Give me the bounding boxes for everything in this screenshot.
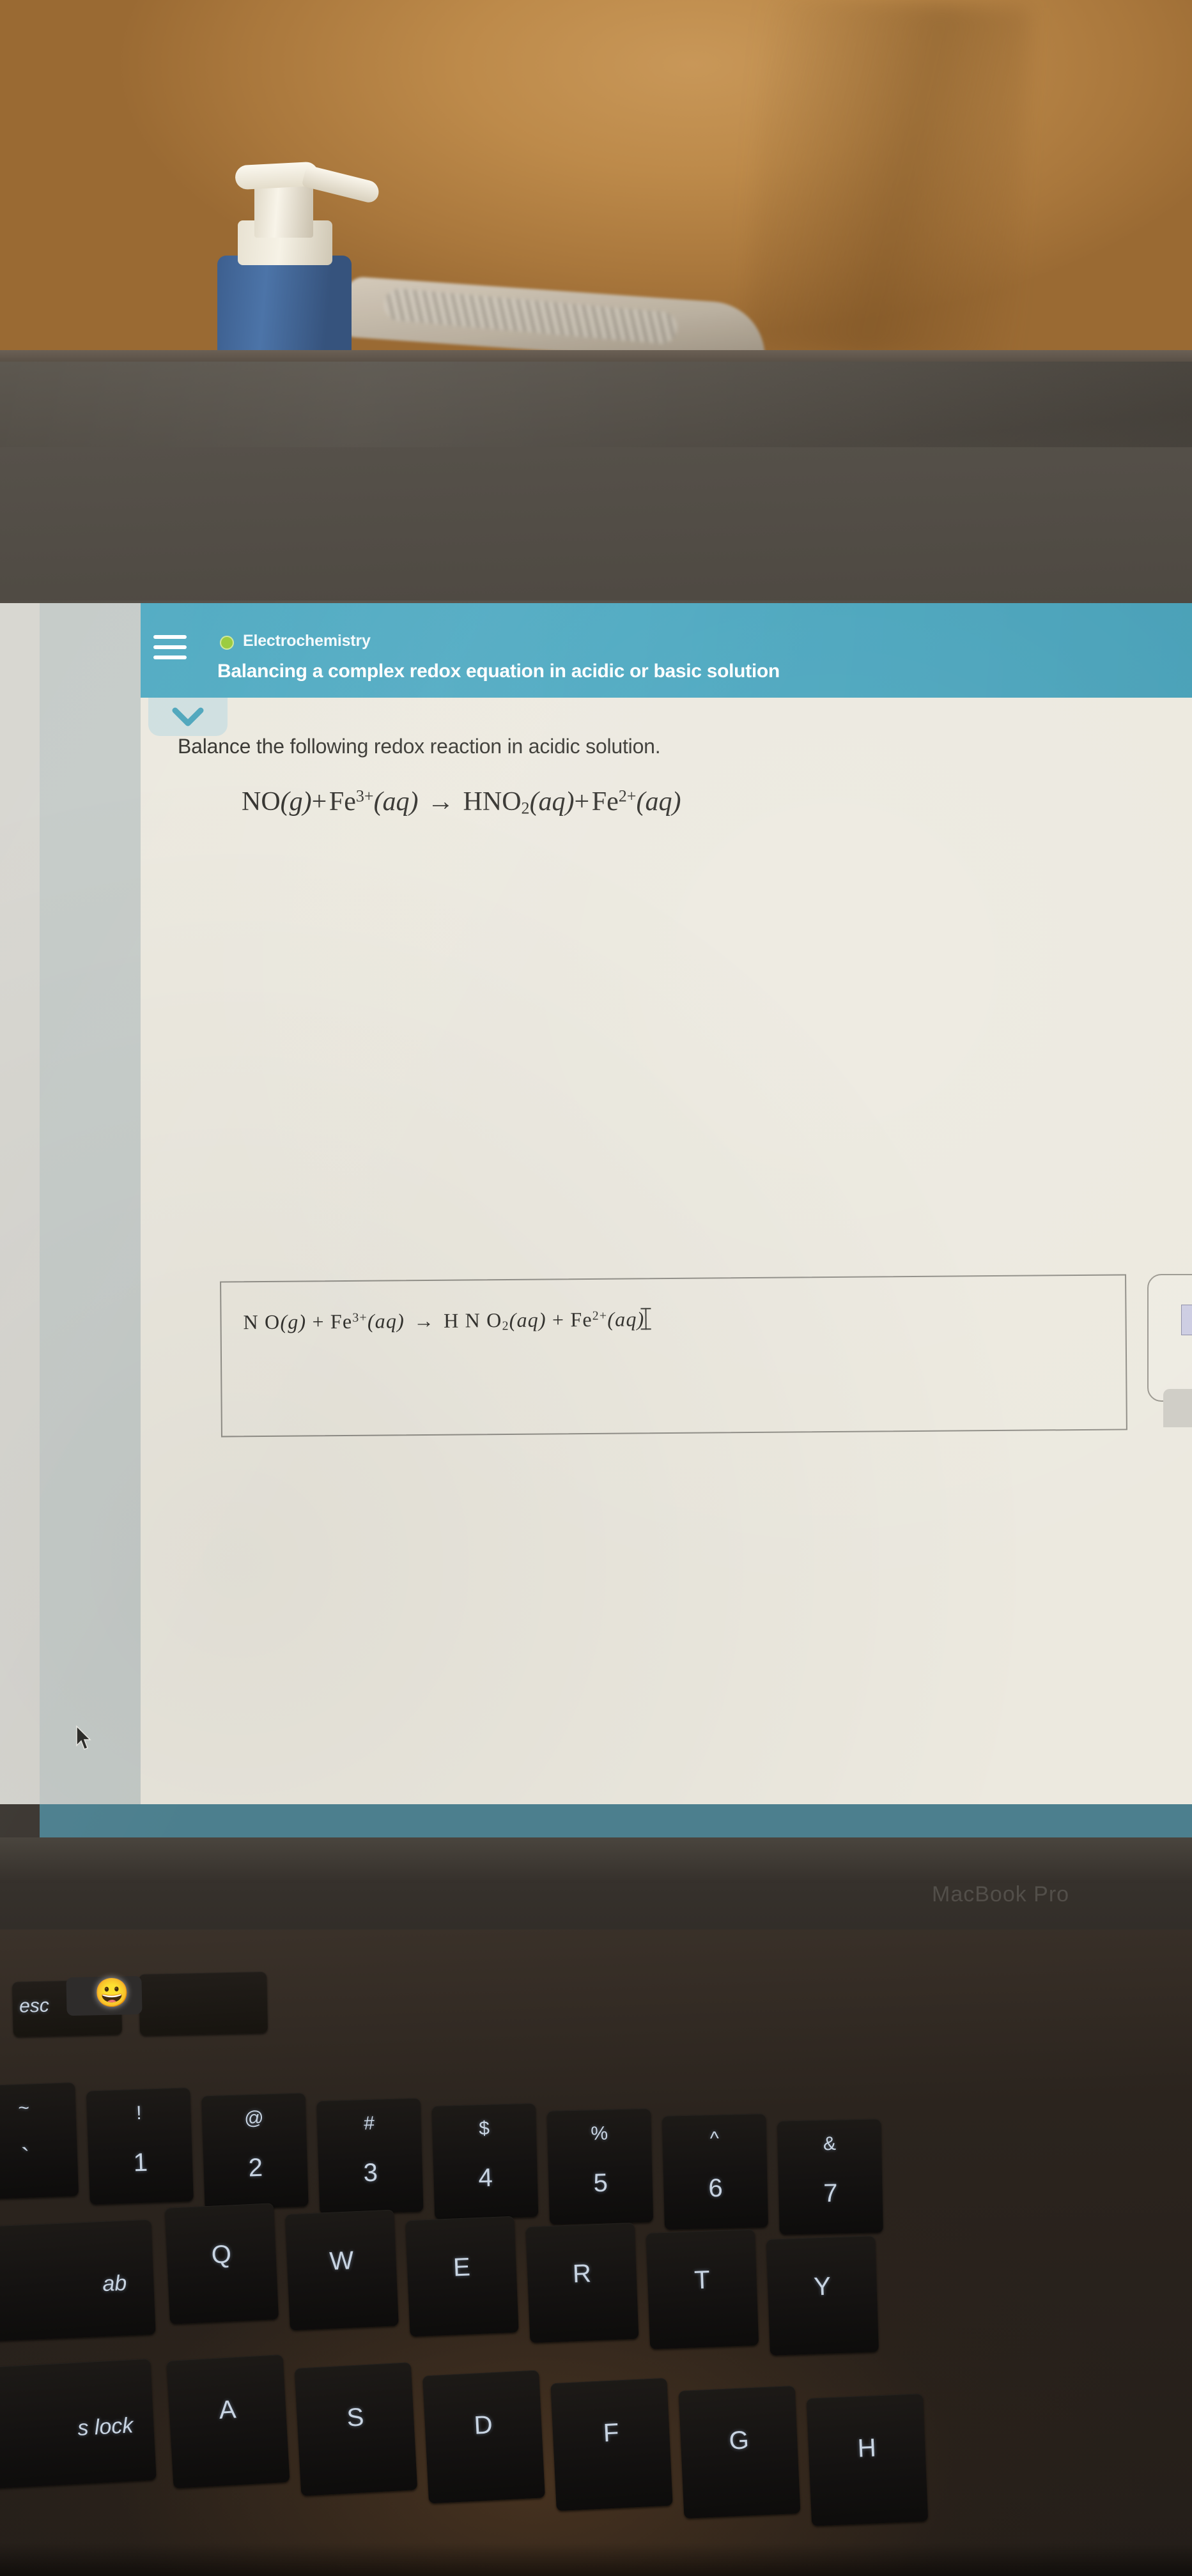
key-backtick-label: ` [20, 2143, 31, 2172]
key-q[interactable]: Q [164, 2203, 279, 2324]
screenshot-root: ▾ ‹ › G www-awu.alek A ALEKS - Sydney Al… [0, 0, 1192, 2576]
key-4-top-label: $ [478, 2118, 490, 2140]
action-buttons: Explanation Check [0, 1715, 1192, 1791]
key-2-label: 2 [247, 2153, 263, 2182]
key-f[interactable]: F [550, 2377, 673, 2511]
key-7-top-label: & [823, 2133, 837, 2155]
key-5-top-label: % [591, 2123, 608, 2145]
aleks-header-tint [141, 603, 1192, 698]
side-tool-panel-foot [1163, 1389, 1192, 1427]
tab-bar: A ALEKS - Sydney Allison - Learn [0, 562, 1192, 1155]
key-s-label: S [346, 2403, 365, 2432]
key-h-label: H [856, 2434, 877, 2463]
key-7[interactable]: & 7 [777, 2119, 883, 2235]
key-r-label: R [572, 2259, 592, 2288]
key-h[interactable]: H [806, 2393, 929, 2526]
topic-status-dot [220, 636, 234, 650]
macbook-pro-label: MacBook Pro [932, 1882, 1070, 1906]
key-g[interactable]: G [678, 2386, 801, 2518]
key-w-label: W [329, 2246, 355, 2276]
key-2-top-label: @ [244, 2107, 265, 2129]
key-r[interactable]: R [525, 2222, 639, 2343]
key-e[interactable]: E [405, 2216, 519, 2337]
key-1[interactable]: ! 1 [86, 2087, 194, 2205]
bottom-shadow [0, 2543, 1192, 2576]
key-q-label: Q [210, 2239, 232, 2269]
key-f-label: F [602, 2418, 620, 2448]
key-1-label: 1 [132, 2148, 148, 2177]
key-6-top-label: ^ [709, 2128, 720, 2150]
key-caps-lock[interactable]: s lock [0, 2358, 157, 2491]
key-e-label: E [453, 2253, 471, 2282]
key-emoji[interactable] [139, 1971, 268, 2036]
page-content-background [141, 603, 1192, 1804]
key-y-label: Y [813, 2272, 832, 2301]
hamburger-menu-icon[interactable] [153, 635, 187, 662]
key-6[interactable]: ^ 6 [662, 2113, 768, 2230]
laptop-hinge [0, 1837, 1192, 1883]
key-tab-label: ab [102, 2271, 128, 2297]
key-3[interactable]: #3 [316, 2097, 424, 2215]
key-6-label: 6 [708, 2174, 724, 2202]
key-5-label: 5 [592, 2168, 608, 2197]
key-d[interactable]: D [422, 2370, 545, 2504]
key-d-label: D [473, 2411, 493, 2440]
key-backtick-top-label: ~ [17, 2097, 30, 2119]
key-s[interactable]: S [294, 2362, 418, 2496]
key-3-top-label: # [363, 2113, 375, 2135]
wall-shadow [745, 0, 1032, 365]
page-footer-band-left [0, 1804, 40, 1840]
answer-input-value: N O(g) + Fe3+(aq) → H N O2(aq) + Fe2+(aq) [243, 1307, 647, 1335]
key-tab[interactable]: ab [0, 2219, 156, 2343]
key-caps-lock-label: s lock [77, 2412, 134, 2441]
text-caret [645, 1308, 647, 1330]
key-g-label: G [728, 2426, 750, 2455]
key-7-label: 7 [823, 2179, 839, 2207]
collapse-panel-tab[interactable] [148, 698, 228, 736]
key-y[interactable]: Y [766, 2235, 879, 2356]
key-a[interactable]: A [166, 2354, 290, 2488]
key-backtick[interactable]: ~ ` [0, 2082, 79, 2200]
key-4-label: 4 [477, 2163, 493, 2192]
key-2[interactable]: @2 [201, 2092, 309, 2210]
page-title: Balancing a complex redox equation in ac… [217, 661, 780, 682]
instruction-text: Balance the following redox reaction in … [178, 735, 661, 758]
key-a-label: A [218, 2395, 237, 2425]
prompt-equation: NO(g)+ Fe3+(aq) → HNO2(aq)+ Fe2+(aq) [242, 786, 681, 818]
side-tool-panel[interactable] [1147, 1274, 1192, 1402]
page-left-strip [0, 603, 40, 1804]
aleks-page: Electrochemistry Balancing a complex red… [0, 603, 1192, 1804]
key-4[interactable]: $4 [431, 2103, 539, 2220]
key-t-label: T [693, 2266, 711, 2295]
answer-input[interactable]: N O(g) + Fe3+(aq) → H N O2(aq) + Fe2+(aq) [220, 1274, 1127, 1438]
key-t[interactable]: T [646, 2229, 759, 2349]
page-gutter [40, 603, 141, 1804]
key-1-top-label: ! [135, 2103, 143, 2124]
emoji-icon: 😀 [94, 1977, 130, 2009]
chevron-down-icon [172, 707, 204, 726]
page-footer-band [0, 1804, 1192, 1840]
key-esc-label: esc [19, 1995, 50, 2018]
key-w[interactable]: W [285, 2209, 399, 2331]
key-3-label: 3 [362, 2158, 378, 2187]
topic-label: Electrochemistry [243, 632, 371, 650]
side-tool-panel-chip[interactable] [1181, 1305, 1192, 1335]
key-5[interactable]: % 5 [546, 2108, 654, 2225]
